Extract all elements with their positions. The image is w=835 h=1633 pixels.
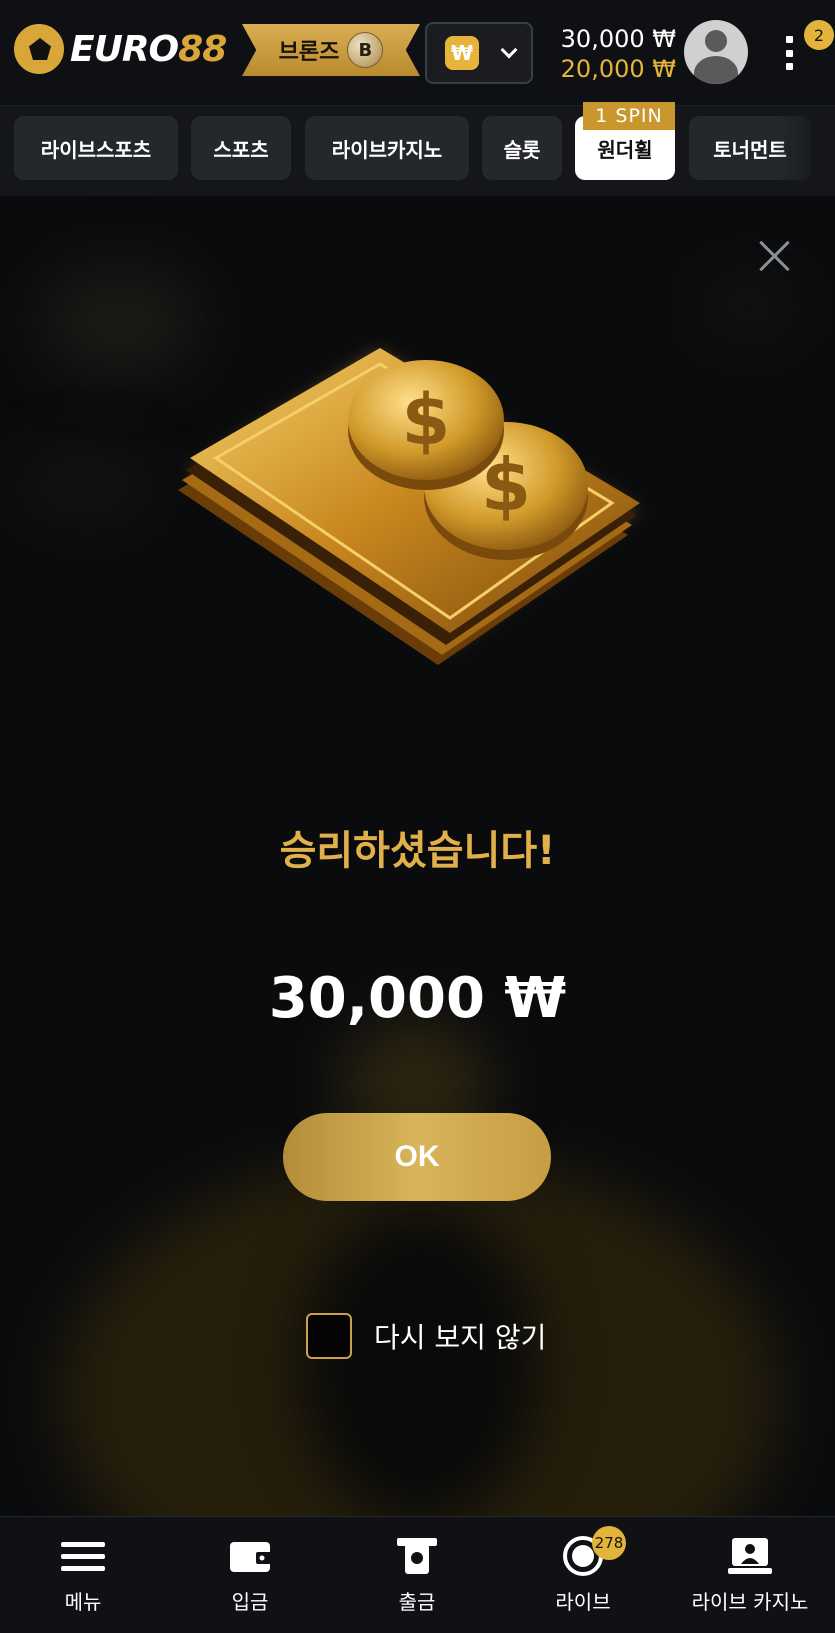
live-count-badge: 278 <box>592 1526 626 1560</box>
main-balance: 30,000 ₩ <box>560 25 676 53</box>
nav-deposit[interactable]: 입금 <box>195 1517 305 1633</box>
nav-deposit-label: 입금 <box>231 1590 269 1614</box>
nav-withdraw-label: 출금 <box>398 1590 436 1614</box>
balance-display[interactable]: 30,000 ₩ 20,000 ₩ <box>548 24 676 84</box>
withdraw-icon <box>397 1538 437 1574</box>
nav-menu[interactable]: 메뉴 <box>28 1517 138 1633</box>
wallet-icon <box>230 1542 272 1572</box>
nav-live-casino-label: 라이브 카지노 <box>691 1590 809 1614</box>
coin-symbol: $ <box>402 379 451 461</box>
nav-menu-label: 메뉴 <box>64 1590 102 1614</box>
rank-ribbon[interactable]: 브론즈 B <box>242 24 420 76</box>
user-avatar-icon[interactable] <box>684 20 748 84</box>
tab-live-casino[interactable]: 라이브카지노 <box>305 116 469 180</box>
rank-label: 브론즈 <box>278 40 340 65</box>
background-blur <box>700 276 800 336</box>
category-tabs: 라이브스포츠 스포츠 라이브카지노 슬롯 원더휠 토너먼트 <box>0 106 835 196</box>
close-icon[interactable] <box>752 234 796 278</box>
nav-withdraw[interactable]: 출금 <box>362 1517 472 1633</box>
win-title: 승리하셨습니다! <box>279 828 556 874</box>
more-menu-icon[interactable] <box>780 36 798 70</box>
background-blur <box>20 456 150 516</box>
dont-show-again[interactable]: 다시 보지 않기 <box>306 1313 546 1359</box>
gold-cash-coins-image: $ $ <box>178 348 640 665</box>
logo-text: EURO88 <box>70 28 227 70</box>
tab-slots[interactable]: 슬롯 <box>482 116 562 180</box>
chevron-down-icon <box>500 41 518 59</box>
spin-count-tag: 1 SPIN <box>583 102 675 130</box>
nav-live-label: 라이브 <box>555 1590 611 1614</box>
soccer-ball-icon <box>14 24 64 74</box>
bottom-nav: 메뉴 입금 출금 라이브 라이브 카지노 <box>0 1516 835 1633</box>
background-blur <box>300 1206 540 1516</box>
top-header: EURO88 브론즈 B ₩ 30,000 ₩ 20,000 ₩ 2 <box>0 0 835 106</box>
tabs-scroll-fade <box>775 106 835 196</box>
win-amount: 30,000 ₩ <box>268 966 567 1031</box>
won-currency-icon: ₩ <box>445 36 479 70</box>
bonus-balance: 20,000 ₩ <box>560 55 676 83</box>
live-casino-icon <box>728 1538 772 1574</box>
dont-show-label: 다시 보지 않기 <box>374 1321 547 1354</box>
hamburger-icon <box>61 1542 105 1571</box>
tab-live-sports[interactable]: 라이브스포츠 <box>14 116 178 180</box>
currency-select[interactable]: ₩ <box>425 22 533 84</box>
ok-button[interactable]: OK <box>283 1113 551 1201</box>
nav-live-casino[interactable]: 라이브 카지노 <box>680 1517 820 1633</box>
rank-badge-icon: B <box>347 32 384 68</box>
site-logo[interactable]: EURO88 <box>14 24 227 74</box>
notification-badge: 2 <box>804 20 834 50</box>
tab-sports[interactable]: 스포츠 <box>191 116 291 180</box>
dont-show-checkbox[interactable] <box>306 1313 352 1359</box>
